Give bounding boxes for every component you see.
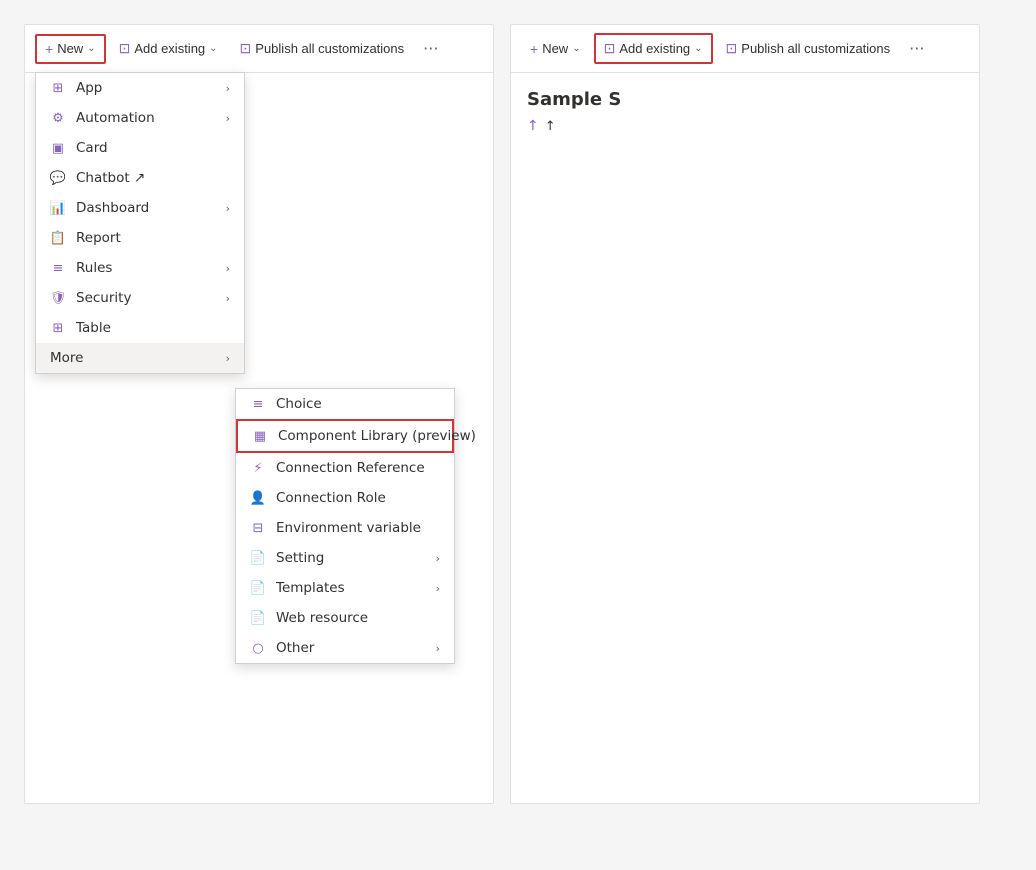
add-existing-icon-left: ⊡ — [119, 40, 131, 57]
add-existing-caret-left: ⌄ — [209, 43, 217, 54]
report-icon-left: 📋 — [50, 230, 66, 246]
publish-icon-left: ⊡ — [240, 40, 252, 57]
add-existing-button-right[interactable]: ⊡ Add existing ⌄ — [594, 33, 713, 64]
connection-role-icon-left: 👤 — [250, 490, 266, 506]
menu-item-automation-left[interactable]: ⚙ Automation › — [36, 103, 244, 133]
page-wrapper: + New ⌄ ⊡ Add existing ⌄ ⊡ Publish all c… — [12, 12, 1024, 858]
add-existing-label-right: Add existing — [619, 41, 690, 56]
publish-button-left[interactable]: ⊡ Publish all customizations — [231, 34, 414, 63]
menu-item-other-left[interactable]: ○ Other › — [236, 633, 454, 663]
menu-item-dashboard-left[interactable]: 📊 Dashboard › — [36, 193, 244, 223]
env-var-icon-left: ⊟ — [250, 520, 266, 536]
new-caret-right: ⌄ — [572, 43, 580, 54]
menu-item-component-library-left[interactable]: ▦ Component Library (preview) — [236, 419, 454, 453]
templates-icon-left: 📄 — [250, 580, 266, 596]
card-icon-left: ▣ — [50, 140, 66, 156]
security-icon-left: 🛡 — [50, 290, 66, 306]
menu-item-report-left[interactable]: 📋 Report — [36, 223, 244, 253]
right-panel: + New ⌄ ⊡ Add existing ⌄ ⊡ Publish all c… — [510, 24, 980, 804]
right-toolbar: + New ⌄ ⊡ Add existing ⌄ ⊡ Publish all c… — [511, 25, 979, 73]
menu-item-templates-left[interactable]: 📄 Templates › — [236, 573, 454, 603]
left-panel: + New ⌄ ⊡ Add existing ⌄ ⊡ Publish all c… — [24, 24, 494, 804]
menu-item-connection-role-left[interactable]: 👤 Connection Role — [236, 483, 454, 513]
new-label-left: New — [57, 41, 83, 56]
table-icon-left: ⊞ — [50, 320, 66, 336]
toolbar-dots-left[interactable]: ··· — [417, 34, 444, 63]
menu-item-rules-left[interactable]: ≡ Rules › — [36, 253, 244, 283]
menu-item-setting-left[interactable]: 📄 Setting › — [236, 543, 454, 573]
publish-button-right[interactable]: ⊡ Publish all customizations — [717, 34, 900, 63]
other-icon-left: ○ — [250, 640, 266, 656]
menu-item-env-var-left[interactable]: ⊟ Environment variable — [236, 513, 454, 543]
automation-icon-left: ⚙ — [50, 110, 66, 126]
publish-icon-right: ⊡ — [726, 40, 738, 57]
toolbar-dots-right[interactable]: ··· — [903, 34, 930, 63]
app-icon-left: ⊞ — [50, 80, 66, 96]
new-button-right[interactable]: + New ⌄ — [521, 35, 590, 63]
menu-item-chatbot-left[interactable]: 💬 Chatbot ↗ — [36, 163, 244, 193]
new-label-right: New — [542, 41, 568, 56]
menu-item-choice-left[interactable]: ≡ Choice — [236, 389, 454, 419]
menu-item-card-left[interactable]: ▣ Card — [36, 133, 244, 163]
choice-icon-left: ≡ — [250, 396, 266, 412]
new-button-left[interactable]: + New ⌄ — [35, 34, 106, 64]
menu-item-web-resource-left[interactable]: 📄 Web resource — [236, 603, 454, 633]
panel-title-right: Sample S — [527, 89, 963, 110]
menu-item-table-left[interactable]: ⊞ Table — [36, 313, 244, 343]
menu-item-security-left[interactable]: 🛡 Security › — [36, 283, 244, 313]
add-existing-button-left[interactable]: ⊡ Add existing ⌄ — [110, 34, 227, 63]
web-resource-icon-left: 📄 — [250, 610, 266, 626]
rules-icon-left: ≡ — [50, 260, 66, 276]
new-icon-left: + — [45, 41, 53, 57]
publish-label-left: Publish all customizations — [255, 41, 404, 56]
component-library-icon-left: ▦ — [252, 428, 268, 444]
publish-label-right: Publish all customizations — [741, 41, 890, 56]
menu-item-app-left[interactable]: ⊞ App › — [36, 73, 244, 103]
add-existing-caret-right: ⌄ — [694, 43, 702, 54]
more-submenu-left: ≡ Choice ▦ Component Library (preview) ⚡… — [235, 388, 455, 664]
new-dropdown-left: ⊞ App › ⚙ Automation › ▣ Card 💬 Chatbot … — [35, 72, 245, 374]
add-existing-icon-right: ⊡ — [604, 40, 616, 57]
dashboard-icon-left: 📊 — [50, 200, 66, 216]
left-toolbar: + New ⌄ ⊡ Add existing ⌄ ⊡ Publish all c… — [25, 25, 493, 73]
add-existing-label-left: Add existing — [134, 41, 205, 56]
menu-item-connection-ref-left[interactable]: ⚡ Connection Reference — [236, 453, 454, 483]
menu-item-more-left[interactable]: More › — [36, 343, 244, 373]
sort-icon-right: ↑ — [527, 118, 539, 134]
setting-icon-left: 📄 — [250, 550, 266, 566]
sort-row-right: ↑ ↑ — [527, 118, 963, 134]
new-icon-right: + — [530, 41, 538, 57]
connection-ref-icon-left: ⚡ — [250, 460, 266, 476]
new-caret-left: ⌄ — [87, 43, 95, 54]
right-panel-body: Sample S ↑ ↑ — [511, 73, 979, 134]
chatbot-icon-left: 💬 — [50, 170, 66, 186]
